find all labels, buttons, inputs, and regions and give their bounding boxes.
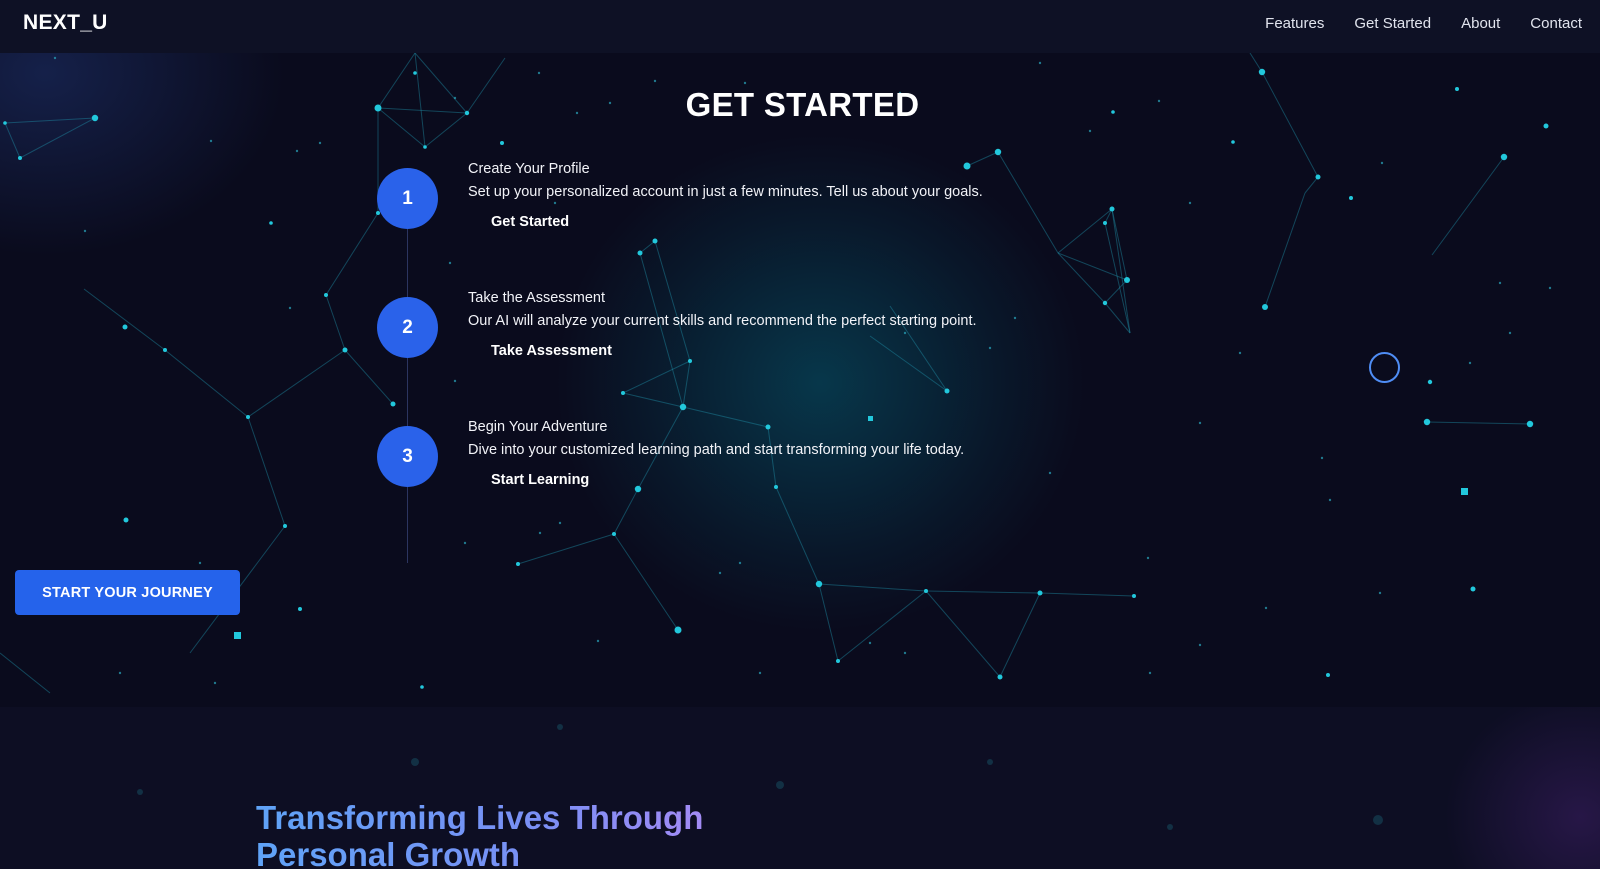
logo[interactable]: NEXT_U	[23, 11, 108, 35]
start-journey-button[interactable]: START YOUR JOURNEY	[15, 570, 240, 615]
get-started-section: GET STARTED 1 Create Your Profile Set up…	[0, 53, 1600, 707]
get-started-link[interactable]: Get Started	[491, 214, 569, 230]
step-number-badge: 2	[377, 297, 438, 358]
step-number-badge: 3	[377, 426, 438, 487]
start-learning-link[interactable]: Start Learning	[491, 472, 589, 488]
nav-links: Features Get Started About Contact	[1265, 15, 1582, 32]
nav-link-features[interactable]: Features	[1265, 15, 1324, 32]
nav-link-contact[interactable]: Contact	[1530, 15, 1582, 32]
take-assessment-link[interactable]: Take Assessment	[491, 343, 612, 359]
blurred-particles-background	[137, 724, 1383, 830]
step-title: Create Your Profile	[468, 161, 590, 177]
section-title: GET STARTED	[685, 86, 920, 123]
cursor-ring-icon	[1369, 352, 1400, 383]
mission-section: Transforming Lives Through Personal Grow…	[0, 707, 1600, 869]
nav-link-get-started[interactable]: Get Started	[1354, 15, 1431, 32]
top-navbar: NEXT_U Features Get Started About Contac…	[0, 0, 1600, 53]
step-number-badge: 1	[377, 168, 438, 229]
step-2: 2 Take the Assessment Our AI will analyz…	[377, 290, 1077, 397]
mission-headline: Transforming Lives Through Personal Grow…	[256, 799, 776, 869]
step-description: Dive into your customized learning path …	[468, 442, 965, 458]
step-title: Begin Your Adventure	[468, 419, 608, 435]
step-1: 1 Create Your Profile Set up your person…	[377, 161, 1077, 268]
step-3: 3 Begin Your Adventure Dive into your cu…	[377, 419, 1077, 526]
step-description: Set up your personalized account in just…	[468, 184, 983, 200]
step-description: Our AI will analyze your current skills …	[468, 313, 977, 329]
step-title: Take the Assessment	[468, 290, 606, 306]
nav-link-about[interactable]: About	[1461, 15, 1500, 32]
